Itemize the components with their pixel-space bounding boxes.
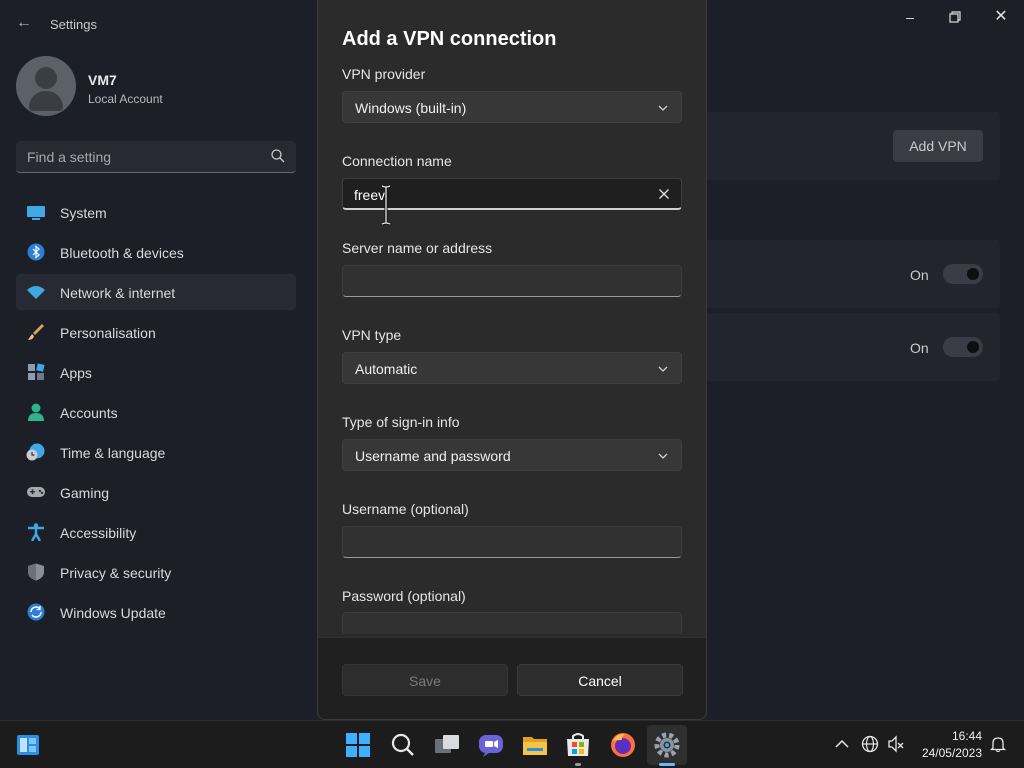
sidebar-item-privacy[interactable]: Privacy & security xyxy=(16,554,296,590)
sidebar-item-apps[interactable]: Apps xyxy=(16,354,296,390)
apps-icon xyxy=(28,363,45,380)
sidebar-item-label: System xyxy=(60,205,107,221)
close-button[interactable]: ✕ xyxy=(986,8,1016,26)
sidebar-item-label: Bluetooth & devices xyxy=(60,245,184,261)
teams-chat-icon[interactable] xyxy=(477,731,505,759)
toggle-switch[interactable] xyxy=(943,264,983,284)
app-title: Settings xyxy=(50,17,97,32)
sidebar-item-bluetooth[interactable]: Bluetooth & devices xyxy=(16,234,296,270)
sidebar-item-label: Accounts xyxy=(60,405,118,421)
add-vpn-button[interactable]: Add VPN xyxy=(893,130,983,162)
shield-icon xyxy=(28,563,44,581)
sidebar-item-windows-update[interactable]: Windows Update xyxy=(16,594,296,630)
cancel-button[interactable]: Cancel xyxy=(517,664,683,696)
sidebar-item-label: Time & language xyxy=(60,445,166,461)
globe-clock-icon xyxy=(26,443,45,461)
password-label: Password (optional) xyxy=(342,588,466,604)
toggle-state-label: On xyxy=(910,340,929,356)
toggle-state-label: On xyxy=(910,267,929,283)
task-view-icon[interactable] xyxy=(433,731,461,759)
search-placeholder: Find a setting xyxy=(27,149,112,165)
clock-date[interactable]: 24/05/2023 xyxy=(914,746,982,760)
brush-icon xyxy=(28,324,44,340)
add-vpn-dialog: Add a VPN connection VPN provider Window… xyxy=(317,0,707,720)
notification-icon[interactable] xyxy=(989,735,1007,753)
sidebar-item-time-language[interactable]: Time & language xyxy=(16,434,296,470)
bluetooth-icon xyxy=(27,243,45,261)
chevron-down-icon xyxy=(658,366,668,372)
username-input[interactable] xyxy=(342,526,682,558)
volume-muted-icon[interactable] xyxy=(887,735,905,753)
sign-in-type-select[interactable]: Username and password xyxy=(342,439,682,471)
sidebar-item-label: Network & internet xyxy=(60,285,176,301)
sidebar-item-label: Windows Update xyxy=(60,605,166,621)
avatar xyxy=(16,56,76,116)
file-explorer-icon[interactable] xyxy=(521,731,549,759)
vpn-type-value: Automatic xyxy=(355,361,418,377)
back-arrow-icon[interactable]: ← xyxy=(14,13,34,33)
search-icon[interactable] xyxy=(389,731,417,759)
sidebar-item-gaming[interactable]: Gaming xyxy=(16,474,296,510)
taskbar: 16:44 24/05/2023 xyxy=(0,720,1024,768)
server-label: Server name or address xyxy=(342,240,493,256)
clock-time[interactable]: 16:44 xyxy=(930,729,982,743)
sidebar-item-label: Accessibility xyxy=(60,525,137,541)
sidebar-item-personalisation[interactable]: Personalisation xyxy=(16,314,296,350)
dialog-title: Add a VPN connection xyxy=(342,28,557,50)
microsoft-store-icon[interactable] xyxy=(564,731,592,759)
chevron-down-icon xyxy=(658,105,668,111)
globe-network-icon[interactable] xyxy=(861,735,879,753)
search-icon xyxy=(271,149,285,163)
running-indicator xyxy=(575,763,581,766)
profile-account-type: Local Account xyxy=(88,92,163,106)
update-icon xyxy=(27,603,45,621)
settings-icon[interactable] xyxy=(653,731,681,759)
wifi-icon xyxy=(27,286,45,299)
vpn-provider-label: VPN provider xyxy=(342,66,426,82)
clear-icon[interactable] xyxy=(658,188,670,200)
sidebar-item-label: Personalisation xyxy=(60,325,156,341)
vpn-provider-select[interactable]: Windows (built-in) xyxy=(342,91,682,123)
sign-in-type-label: Type of sign-in info xyxy=(342,414,460,430)
dialog-footer: Save Cancel xyxy=(318,637,706,719)
minimize-button[interactable]: – xyxy=(895,8,925,26)
active-app-indicator xyxy=(659,763,675,766)
vpn-provider-value: Windows (built-in) xyxy=(355,100,467,116)
widgets-icon[interactable] xyxy=(14,731,42,759)
chevron-up-icon[interactable] xyxy=(833,735,851,753)
sidebar-item-accounts[interactable]: Accounts xyxy=(16,394,296,430)
sign-in-type-value: Username and password xyxy=(355,448,511,464)
sidebar-item-accessibility[interactable]: Accessibility xyxy=(16,514,296,550)
sidebar-item-system[interactable]: System xyxy=(16,194,296,230)
maximize-button[interactable] xyxy=(940,8,970,26)
vpn-type-select[interactable]: Automatic xyxy=(342,352,682,384)
sidebar-item-label: Gaming xyxy=(60,485,110,501)
connection-name-input[interactable]: freev xyxy=(342,178,682,210)
search-input[interactable]: Find a setting xyxy=(16,141,296,173)
profile-card[interactable]: VM7 Local Account xyxy=(16,56,296,118)
gamepad-icon xyxy=(27,487,45,497)
sidebar-nav: System Bluetooth & devices Network & int… xyxy=(16,194,296,634)
accessibility-icon xyxy=(28,523,44,541)
sidebar-item-network[interactable]: Network & internet xyxy=(16,274,296,310)
system-icon xyxy=(27,206,45,220)
connection-name-label: Connection name xyxy=(342,153,452,169)
start-icon[interactable] xyxy=(344,731,372,759)
sidebar-item-label: Privacy & security xyxy=(60,565,172,581)
save-button[interactable]: Save xyxy=(342,664,508,696)
chevron-down-icon xyxy=(658,453,668,459)
username-label: Username (optional) xyxy=(342,501,469,517)
sidebar-item-label: Apps xyxy=(60,365,92,381)
firefox-icon[interactable] xyxy=(609,731,637,759)
profile-name: VM7 xyxy=(88,72,117,88)
vpn-type-label: VPN type xyxy=(342,327,402,343)
person-icon xyxy=(28,403,44,421)
text-cursor-icon xyxy=(381,184,391,226)
server-input[interactable] xyxy=(342,265,682,297)
password-input[interactable] xyxy=(342,612,682,634)
toggle-switch[interactable] xyxy=(943,337,983,357)
restore-icon xyxy=(949,11,961,23)
